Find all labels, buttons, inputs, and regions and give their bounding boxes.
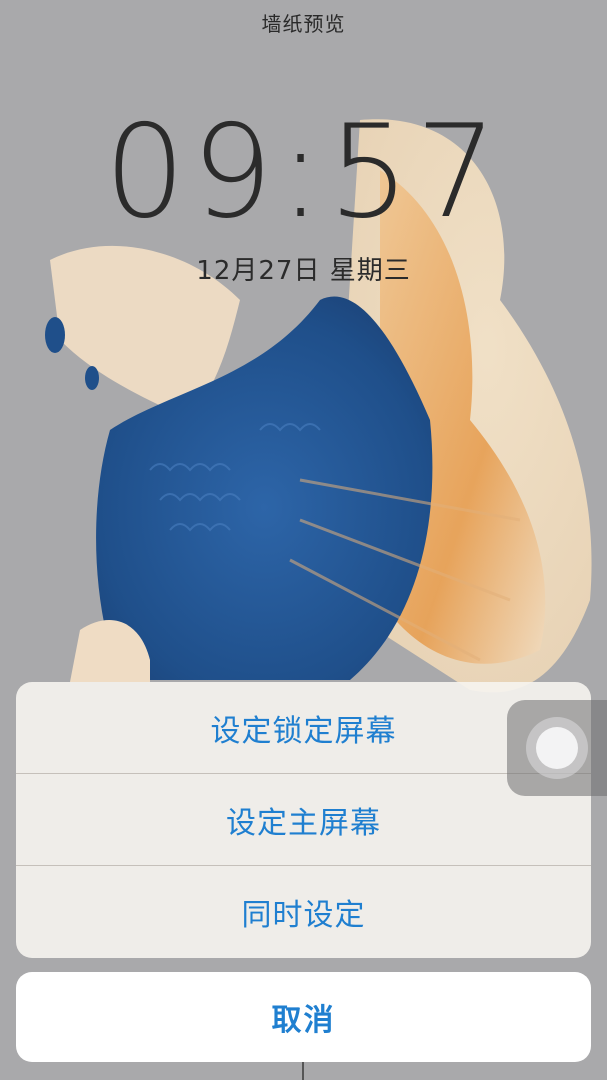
bottom-divider <box>302 1062 304 1080</box>
lockscreen-date: 12月27日 星期三 <box>196 256 411 286</box>
assistive-touch-icon[interactable] <box>507 700 607 796</box>
assistive-touch-core <box>536 727 578 769</box>
set-both-button[interactable]: 同时设定 <box>16 865 591 957</box>
set-home-screen-button[interactable]: 设定主屏幕 <box>16 773 591 865</box>
preview-title: 墙纸预览 <box>261 12 346 36</box>
cancel-button[interactable]: 取消 <box>16 972 591 1062</box>
wallpaper-action-sheet: 设定锁定屏幕 设定主屏幕 同时设定 <box>16 682 591 958</box>
assistive-touch-ring <box>526 717 588 779</box>
set-lock-screen-button[interactable]: 设定锁定屏幕 <box>16 682 591 773</box>
lockscreen-clock: 09:57 <box>104 98 503 247</box>
